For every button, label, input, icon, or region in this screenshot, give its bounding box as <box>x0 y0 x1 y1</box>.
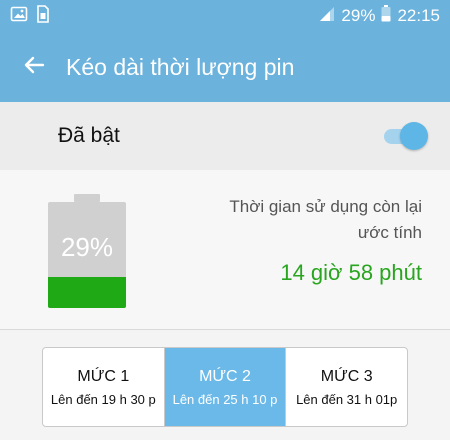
level-name: MỨC 2 <box>199 367 251 385</box>
level-option-2[interactable]: MỨC 2 Lên đến 25 h 10 p <box>164 348 287 426</box>
battery-percent-text: 29% <box>60 232 114 262</box>
switch-thumb <box>400 122 428 150</box>
level-name: MỨC 1 <box>77 367 130 385</box>
level-option-1[interactable]: MỨC 1 Lên đến 19 h 30 p <box>43 348 165 426</box>
battery-icon <box>381 5 391 27</box>
battery-graphic: 29% <box>48 194 126 308</box>
signal-icon <box>319 6 335 27</box>
power-saving-switch[interactable] <box>380 121 428 151</box>
battery-cap <box>74 194 100 202</box>
level-option-3[interactable]: MỨC 3 Lên đến 31 h 01p <box>286 348 407 426</box>
app-bar: Kéo dài thời lượng pin <box>0 32 450 102</box>
status-battery-percent: 29% <box>341 6 376 25</box>
toggle-label: Đã bật <box>58 124 120 147</box>
remaining-value: 14 giờ 58 phút <box>280 260 422 285</box>
battery-fill <box>48 277 126 308</box>
status-left-icons <box>10 4 50 28</box>
back-button[interactable] <box>6 39 62 95</box>
level-name: MỨC 3 <box>320 367 373 385</box>
sim-card-icon <box>36 4 50 28</box>
battery-info-panel: 29% Thời gian sử dụng còn lại ước tính 1… <box>0 170 450 330</box>
power-saving-toggle-row[interactable]: Đã bật <box>0 102 450 170</box>
level-desc: Lên đến 19 h 30 p <box>50 391 156 407</box>
status-right: 29% 22:15 <box>319 5 440 27</box>
status-time: 22:15 <box>397 6 440 25</box>
page-title: Kéo dài thời lượng pin <box>66 53 295 80</box>
level-desc: Lên đến 25 h 10 p <box>172 391 278 407</box>
level-desc: Lên đến 31 h 01p <box>296 391 398 407</box>
battery-body: 29% <box>48 202 126 308</box>
status-bar: 29% 22:15 <box>0 0 450 32</box>
remaining-time: Thời gian sử dụng còn lại ước tính 14 gi… <box>162 194 422 286</box>
remaining-label-line1: Thời gian sử dụng còn lại <box>229 197 422 216</box>
back-arrow-icon <box>22 53 46 82</box>
image-icon <box>10 5 28 28</box>
remaining-label-line2: ước tính <box>357 223 422 242</box>
level-selector: MỨC 1 Lên đến 19 h 30 p MỨC 2 Lên đến 25… <box>42 347 408 427</box>
